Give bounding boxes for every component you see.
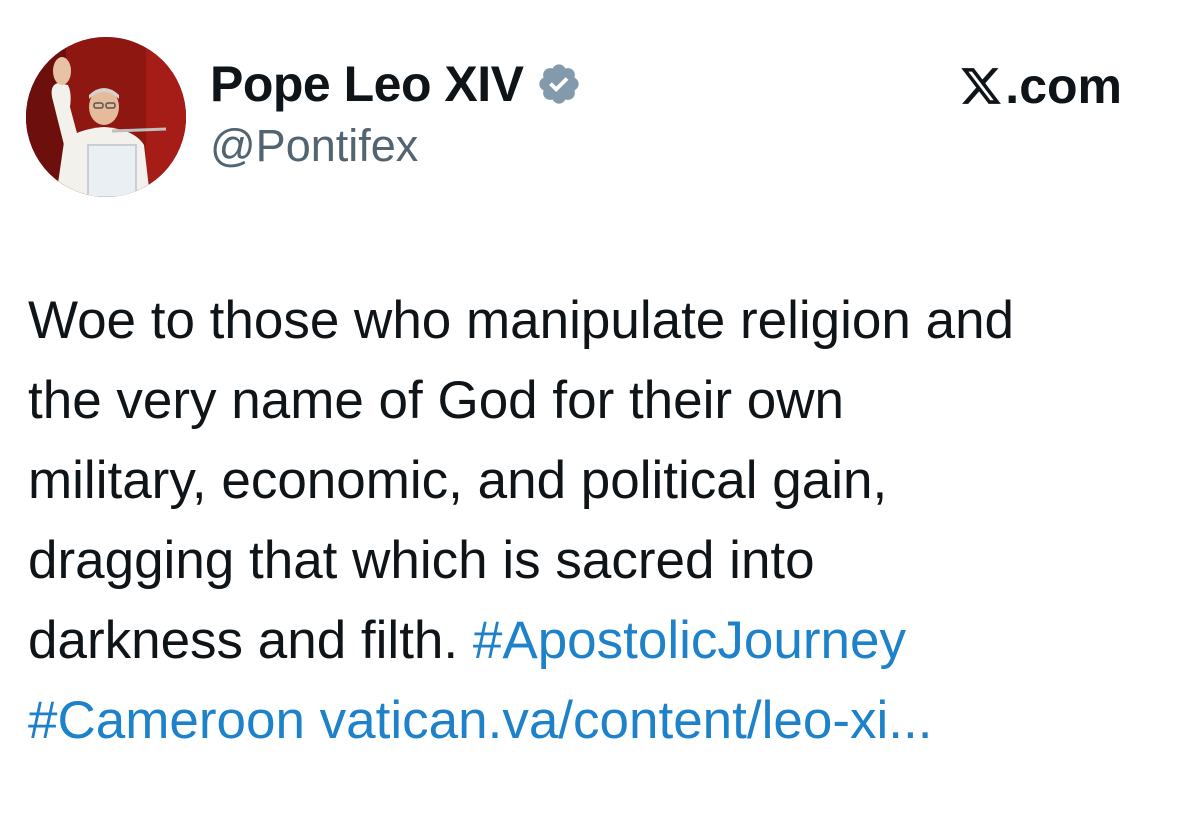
- tweet-line: dragging that which is sacred into: [28, 531, 815, 590]
- tweet-line-text: darkness and filth.: [28, 611, 459, 670]
- handle[interactable]: @Pontifex: [210, 116, 582, 176]
- tweet-line: military, economic, and political gain,: [28, 451, 888, 510]
- tweet-line-links: #Cameroon vatican.va/content/leo-xi...: [28, 681, 1158, 761]
- avatar[interactable]: [26, 37, 186, 197]
- avatar-image: [26, 37, 186, 197]
- name-row: Pope Leo XIV: [210, 52, 582, 116]
- tweet-line: the very name of God for their own: [28, 371, 845, 430]
- site-mark: .com: [959, 56, 1122, 116]
- tweet-line: Woe to those who manipulate religion and: [28, 291, 1015, 350]
- hashtag-link[interactable]: #ApostolicJourney: [473, 611, 906, 670]
- tweet-line-last: darkness and filth. #ApostolicJourney: [28, 601, 1158, 681]
- display-name[interactable]: Pope Leo XIV: [210, 52, 524, 116]
- url-link[interactable]: vatican.va/content/leo-xi...: [320, 691, 933, 750]
- x-logo-icon: [959, 64, 1003, 108]
- tweet-text: Woe to those who manipulate religion and…: [28, 281, 1158, 761]
- verified-badge-icon: [536, 61, 582, 107]
- hashtag-link[interactable]: #Cameroon: [28, 691, 305, 750]
- tweet-card: Pope Leo XIV @Pontifex .com Woe to those…: [0, 0, 1179, 837]
- author-block: Pope Leo XIV @Pontifex: [210, 52, 582, 176]
- site-label: .com: [1005, 58, 1122, 114]
